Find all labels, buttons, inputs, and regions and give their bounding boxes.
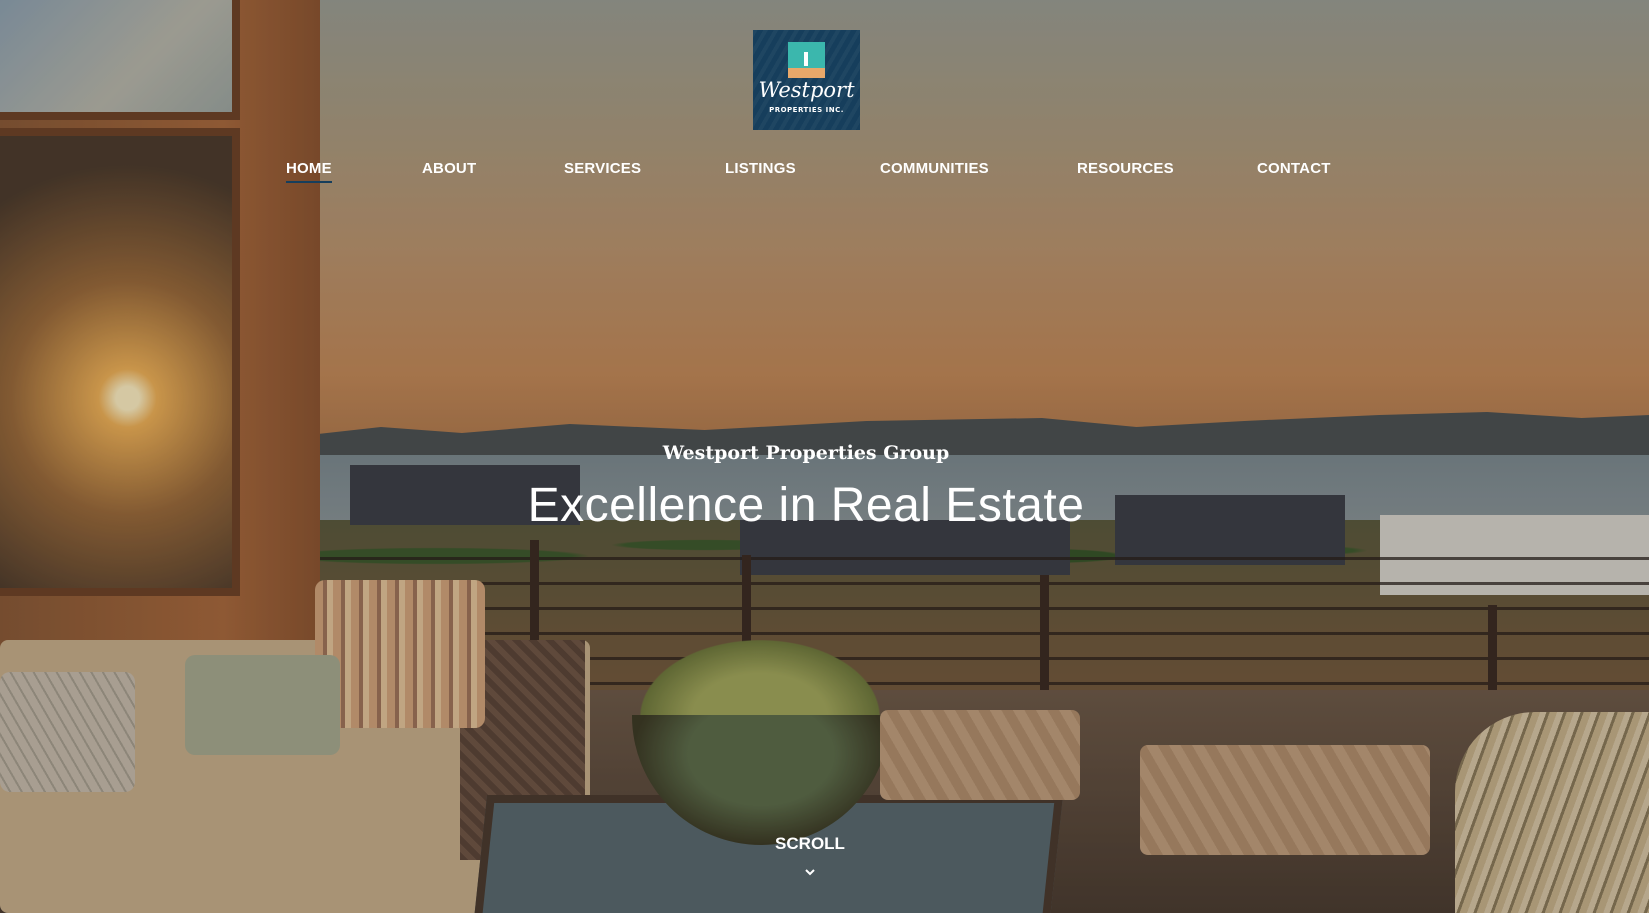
hero-title: Excellence in Real Estate <box>527 479 1085 532</box>
nav-item-resources[interactable]: RESOURCES <box>1077 160 1174 181</box>
nav-item-contact[interactable]: CONTACT <box>1257 160 1331 181</box>
nav-item-communities[interactable]: COMMUNITIES <box>880 160 989 181</box>
nav-item-listings[interactable]: LISTINGS <box>725 160 796 181</box>
nav-item-about[interactable]: ABOUT <box>422 160 476 181</box>
logo-subtitle: PROPERTIES INC. <box>769 106 844 114</box>
chevron-down-icon[interactable] <box>803 866 817 880</box>
logo-name: Westport <box>758 78 855 102</box>
hero-subtitle: Westport Properties Group <box>662 442 950 464</box>
lighthouse-icon <box>804 52 808 66</box>
main-navigation: HOME ABOUT SERVICES LISTINGS COMMUNITIES… <box>0 160 1649 190</box>
nav-item-home[interactable]: HOME <box>286 160 332 183</box>
scroll-button[interactable]: SCROLL <box>760 834 860 854</box>
westport-logo[interactable]: Westport PROPERTIES INC. <box>753 30 860 130</box>
nav-item-services[interactable]: SERVICES <box>564 160 641 181</box>
